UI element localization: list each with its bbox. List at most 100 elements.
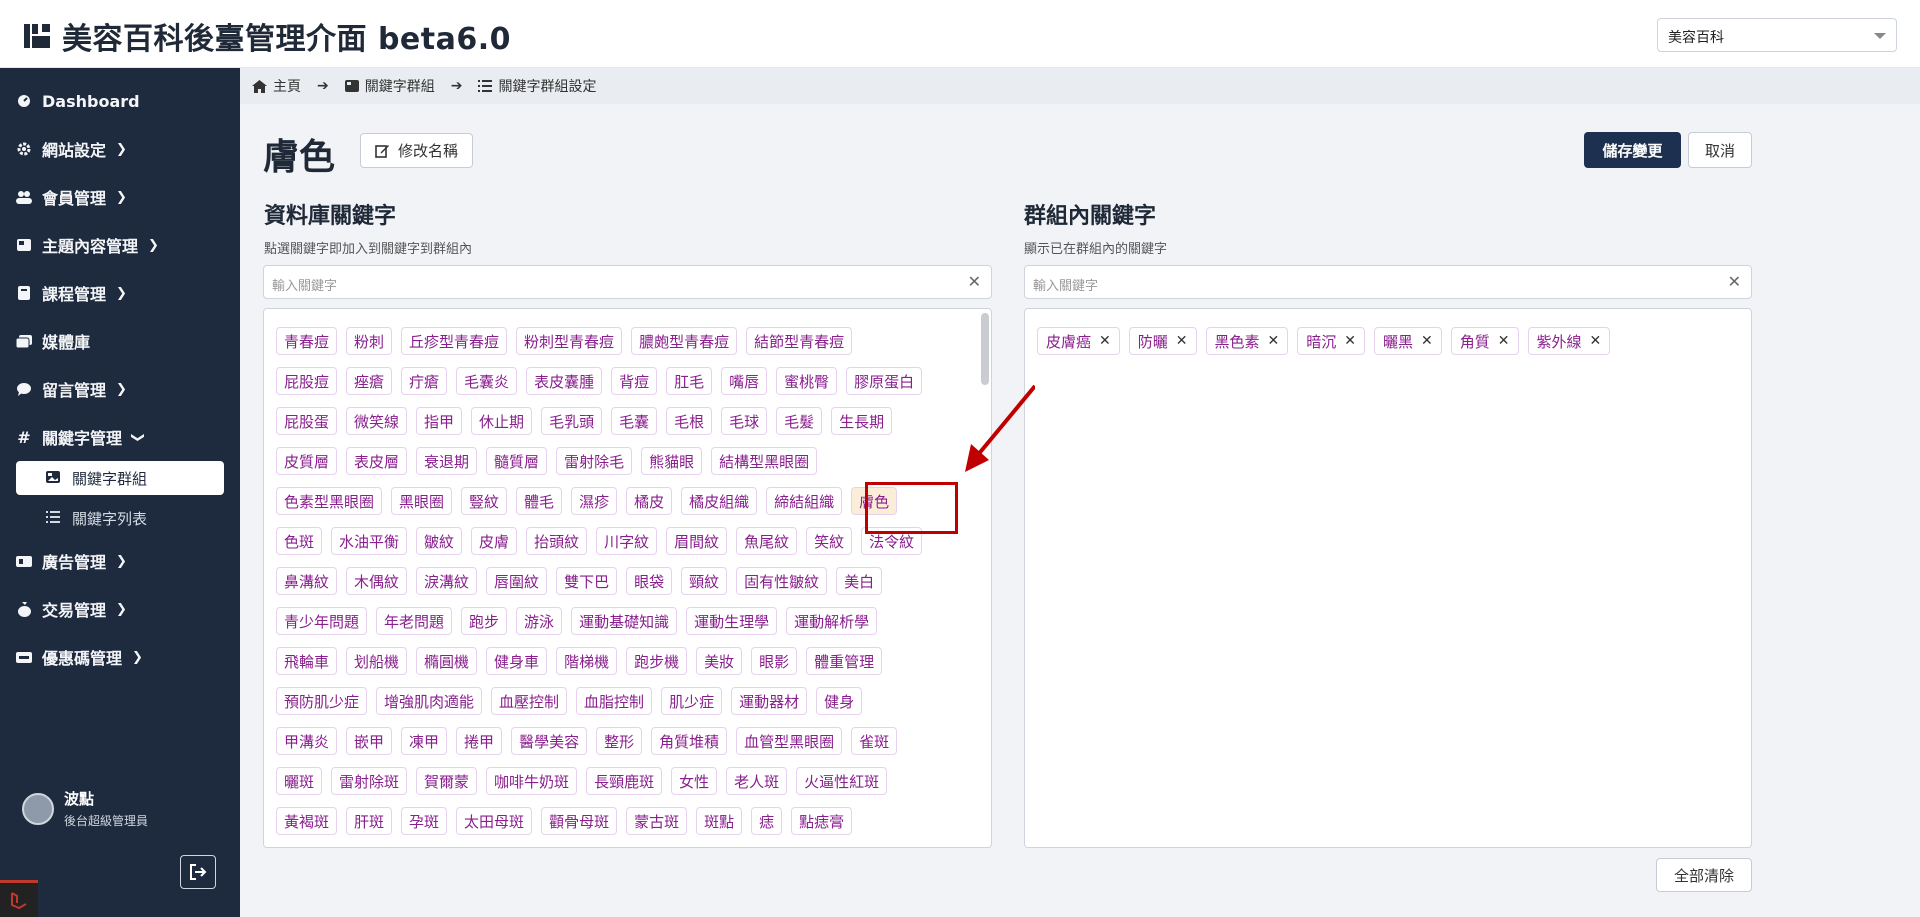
sidebar-item-transactions[interactable]: 交易管理 ❯ xyxy=(0,589,240,629)
keyword-tag[interactable]: 凍甲 xyxy=(401,727,448,755)
keyword-tag[interactable]: 年老問題 xyxy=(376,607,453,635)
scrollbar[interactable] xyxy=(981,313,989,385)
keyword-tag[interactable]: 締結組織 xyxy=(766,487,843,515)
keyword-tag[interactable]: 划船機 xyxy=(346,647,408,675)
keyword-tag[interactable]: 固有性皺紋 xyxy=(736,567,828,595)
sidebar-item-comments[interactable]: 留言管理 ❯ xyxy=(0,369,240,409)
keyword-tag[interactable]: 眼袋 xyxy=(626,567,673,595)
keyword-tag[interactable]: 捲甲 xyxy=(456,727,503,755)
keyword-tag[interactable]: 屁股痘 xyxy=(276,367,338,395)
keyword-tag[interactable]: 水油平衡 xyxy=(331,527,408,555)
keyword-tag[interactable]: 色素型黑眼圈 xyxy=(276,487,383,515)
keyword-tag[interactable]: 橘皮組織 xyxy=(681,487,758,515)
keyword-tag[interactable]: 預防肌少症 xyxy=(276,687,368,715)
remove-icon[interactable]: ✕ xyxy=(1498,333,1510,349)
keyword-tag[interactable]: 黃褐斑 xyxy=(276,807,338,835)
keyword-tag[interactable]: 蒙古斑 xyxy=(626,807,688,835)
keyword-tag[interactable]: 雙下巴 xyxy=(556,567,618,595)
keyword-tag[interactable]: 美妝 xyxy=(696,647,743,675)
logout-button[interactable] xyxy=(180,855,216,889)
keyword-tag[interactable]: 階梯機 xyxy=(556,647,618,675)
sidebar-item-dashboard[interactable]: Dashboard xyxy=(0,81,240,121)
keyword-tag[interactable]: 血管型黑眼圈 xyxy=(736,727,843,755)
keyword-tag[interactable]: 長頸鹿斑 xyxy=(586,767,663,795)
keyword-tag[interactable]: 運動解析學 xyxy=(786,607,878,635)
sidebar-item-ads[interactable]: 廣告管理 ❯ xyxy=(0,541,240,581)
keyword-tag[interactable]: 休止期 xyxy=(471,407,533,435)
keyword-tag[interactable]: 肝斑 xyxy=(346,807,393,835)
keyword-tag[interactable]: 川字紋 xyxy=(596,527,658,555)
keyword-tag[interactable]: 表皮層 xyxy=(346,447,408,475)
keyword-tag[interactable]: 結節型青春痘 xyxy=(746,327,853,355)
keyword-tag[interactable]: 運動器材 xyxy=(731,687,808,715)
clear-icon[interactable]: ✕ xyxy=(968,272,981,291)
keyword-tag[interactable]: 淚溝紋 xyxy=(416,567,478,595)
keyword-tag[interactable]: 黑眼圈 xyxy=(391,487,453,515)
keyword-tag[interactable]: 跑步機 xyxy=(626,647,688,675)
keyword-tag[interactable]: 指甲 xyxy=(416,407,463,435)
keyword-tag[interactable]: 老人斑 xyxy=(726,767,788,795)
keyword-tag[interactable]: 雷射除毛 xyxy=(556,447,633,475)
keyword-tag[interactable]: 雷射除斑 xyxy=(331,767,408,795)
group-keyword-search-input[interactable]: 輸入關鍵字 ✕ xyxy=(1024,265,1752,299)
keyword-tag[interactable]: 增強肌肉適能 xyxy=(376,687,483,715)
clear-icon[interactable]: ✕ xyxy=(1728,272,1741,291)
remove-icon[interactable]: ✕ xyxy=(1344,333,1356,349)
keyword-tag[interactable]: 醫學美容 xyxy=(511,727,588,755)
keyword-tag[interactable]: 表皮囊腫 xyxy=(526,367,603,395)
keyword-tag[interactable]: 健身 xyxy=(816,687,863,715)
keyword-tag[interactable]: 皮膚 xyxy=(471,527,518,555)
sidebar-item-keywords[interactable]: # 關鍵字管理 ❯ xyxy=(0,417,240,457)
rename-button[interactable]: 修改名稱 xyxy=(360,133,474,168)
keyword-tag[interactable]: 運動基礎知識 xyxy=(571,607,678,635)
sidebar-item-content[interactable]: 主題內容管理 ❯ xyxy=(0,225,240,265)
keyword-tag[interactable]: 眉間紋 xyxy=(666,527,728,555)
sidebar-item-members[interactable]: 會員管理 ❯ xyxy=(0,177,240,217)
breadcrumb-keyword-groups[interactable]: 關鍵字群組 xyxy=(344,76,435,96)
keyword-tag[interactable]: 衰退期 xyxy=(416,447,478,475)
keyword-tag[interactable]: 橢圓機 xyxy=(416,647,478,675)
keyword-tag[interactable]: 整形 xyxy=(596,727,643,755)
remove-icon[interactable]: ✕ xyxy=(1590,333,1602,349)
keyword-tag[interactable]: 毛髮 xyxy=(776,407,823,435)
keyword-tag[interactable]: 濕疹 xyxy=(571,487,618,515)
keyword-tag[interactable]: 點痣膏 xyxy=(791,807,853,835)
keyword-tag[interactable]: 毛根 xyxy=(666,407,713,435)
keyword-tag[interactable]: 屁股蛋 xyxy=(276,407,338,435)
keyword-tag[interactable]: 嘴唇 xyxy=(721,367,768,395)
keyword-tag[interactable]: 火逼性紅斑 xyxy=(796,767,888,795)
keyword-tag[interactable]: 血脂控制 xyxy=(576,687,653,715)
keyword-tag[interactable]: 肌少症 xyxy=(661,687,723,715)
keyword-tag[interactable]: 背痘 xyxy=(611,367,658,395)
keyword-tag[interactable]: 毛乳頭 xyxy=(541,407,603,435)
keyword-tag[interactable]: 孕斑 xyxy=(401,807,448,835)
keyword-tag[interactable]: 肛毛 xyxy=(666,367,713,395)
keyword-tag[interactable]: 唇圍紋 xyxy=(486,567,548,595)
keyword-tag[interactable]: 豎紋 xyxy=(461,487,508,515)
keyword-tag[interactable]: 毛囊炎 xyxy=(456,367,518,395)
keyword-tag[interactable]: 皮質層 xyxy=(276,447,338,475)
keyword-tag[interactable]: 運動生理學 xyxy=(686,607,778,635)
sidebar-sub-keyword-list[interactable]: 關鍵字列表 xyxy=(16,501,224,535)
keyword-tag[interactable]: 太田母斑 xyxy=(456,807,533,835)
keyword-tag[interactable]: 蜜桃臀 xyxy=(776,367,838,395)
keyword-tag[interactable]: 甲溝炎 xyxy=(276,727,338,755)
keyword-tag[interactable]: 體重管理 xyxy=(806,647,883,675)
keyword-tag[interactable]: 膿皰型青春痘 xyxy=(631,327,738,355)
keyword-tag[interactable]: 抬頭紋 xyxy=(526,527,588,555)
keyword-tag[interactable]: 粉刺型青春痘 xyxy=(516,327,623,355)
save-button[interactable]: 儲存變更 xyxy=(1584,132,1681,168)
keyword-tag[interactable]: 魚尾紋 xyxy=(736,527,798,555)
keyword-tag[interactable]: 毛球 xyxy=(721,407,768,435)
remove-icon[interactable]: ✕ xyxy=(1176,333,1188,349)
clear-all-button[interactable]: 全部清除 xyxy=(1656,858,1752,892)
keyword-tag[interactable]: 頸紋 xyxy=(681,567,728,595)
cancel-button[interactable]: 取消 xyxy=(1688,132,1752,168)
keyword-tag[interactable]: 嵌甲 xyxy=(346,727,393,755)
site-select[interactable]: 美容百科 xyxy=(1657,18,1897,52)
db-keyword-list[interactable]: 青春痘 粉刺 丘疹型青春痘 粉刺型青春痘 膿皰型青春痘 結節型青春痘 屁股痘 痤瘡 疔瘡 毛囊炎表… xyxy=(263,308,992,848)
remove-icon[interactable]: ✕ xyxy=(1421,333,1433,349)
keyword-tag[interactable]: 體毛 xyxy=(516,487,563,515)
keyword-tag[interactable]: 曬斑 xyxy=(276,767,323,795)
keyword-tag[interactable]: 丘疹型青春痘 xyxy=(401,327,508,355)
